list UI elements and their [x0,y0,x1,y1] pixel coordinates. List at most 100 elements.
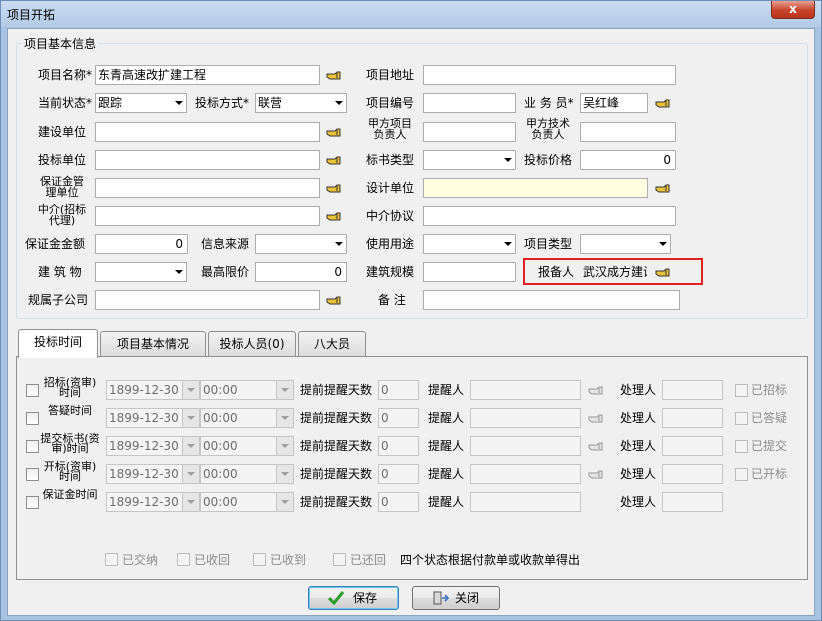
row-time-picker[interactable]: 00:00 [200,408,294,428]
owner-pm-input[interactable] [423,122,516,142]
reporter-input[interactable]: 武汉成方建设 [580,262,648,282]
hand-pointer-icon[interactable] [588,469,604,481]
close-button[interactable]: 关闭 [412,586,500,610]
max-price-input[interactable]: 0 [255,262,347,282]
agent-agreement-label: 中介协议 [366,209,415,223]
subsidiary-input[interactable] [95,290,320,310]
reminder-label: 提醒人 [428,411,465,425]
returned-checkbox[interactable] [333,553,346,566]
tab-project-basic[interactable]: 项目基本情况 [100,331,206,357]
done-checkbox[interactable] [735,384,748,397]
row-time-picker[interactable]: 00:00 [200,464,294,484]
row-date: 1899-12-30 [109,495,179,509]
bidder-input[interactable] [95,150,320,170]
reminder-input[interactable] [470,380,581,400]
owner-tech-input[interactable] [580,122,676,142]
row-checkbox[interactable] [26,468,39,481]
proj-addr-input[interactable] [423,65,676,85]
hand-pointer-icon[interactable] [326,211,342,223]
hand-pointer-icon[interactable] [326,127,342,139]
deposit-input[interactable]: 0 [95,234,188,254]
remind-days-label: 提前提醒天数 [300,495,373,509]
tab-bid-staff[interactable]: 投标人员(0) [208,331,296,357]
hand-pointer-icon[interactable] [655,98,671,110]
row-date-picker[interactable]: 1899-12-30 [106,408,200,428]
handler-input[interactable] [662,492,723,512]
reminder-input[interactable] [470,492,581,512]
bid-method-select[interactable]: 联营 [255,93,347,113]
row-date: 1899-12-30 [109,411,179,425]
row-checkbox[interactable] [26,496,39,509]
tab-panel: 招标(资审)时间 1899-12-30 00:00 提前提醒天数 0 提醒人 处理人 已招标答… [16,356,808,580]
remind-days-input[interactable]: 0 [378,408,419,428]
max-price-label: 最高限价 [201,265,250,279]
row-time-picker[interactable]: 00:00 [200,436,294,456]
doc-type-select[interactable] [423,150,516,170]
hand-pointer-icon[interactable] [326,183,342,195]
row-label: 招标(资审)时间 [43,376,97,399]
bid-price-input[interactable]: 0 [580,150,676,170]
tab-bid-time[interactable]: 投标时间 [18,329,98,358]
info-source-select[interactable] [255,234,347,254]
done-checkbox[interactable] [735,468,748,481]
tab-eight-staff[interactable]: 八大员 [298,331,366,357]
recovered-label: 已收回 [194,553,231,567]
owner-tech-label: 甲方技术负责人 [526,117,570,141]
row-date-picker[interactable]: 1899-12-30 [106,464,200,484]
guarantor-input[interactable] [95,178,320,198]
info-source-label: 信息来源 [201,237,250,251]
reminder-input[interactable] [470,436,581,456]
designer-input[interactable] [423,178,648,198]
row-time-picker[interactable]: 00:00 [200,380,294,400]
status-select[interactable]: 跟踪 [95,93,187,113]
hand-pointer-icon[interactable] [326,70,342,82]
row-checkbox[interactable] [26,384,39,397]
hand-pointer-icon[interactable] [655,183,671,195]
salesman-input[interactable]: 吴红峰 [580,93,648,113]
builder-input[interactable] [95,122,320,142]
remind-days-input[interactable]: 0 [378,464,419,484]
usage-select[interactable] [423,234,516,254]
row-time-picker[interactable]: 00:00 [200,492,294,512]
proj-name-input[interactable]: 东青高速改扩建工程 [95,65,320,85]
row-label: 提交标书(资审)时间 [40,432,100,455]
hand-pointer-icon[interactable] [326,155,342,167]
scale-input[interactable] [423,262,516,282]
handler-input[interactable] [662,408,723,428]
remark-input[interactable] [423,290,680,310]
handler-input[interactable] [662,436,723,456]
reminder-input[interactable] [470,408,581,428]
remind-days-input[interactable]: 0 [378,380,419,400]
recovered-checkbox[interactable] [177,553,190,566]
deposit-label: 保证金金额 [25,237,86,251]
handler-label: 处理人 [620,411,657,425]
done-checkbox[interactable] [735,440,748,453]
remind-days-input[interactable]: 0 [378,436,419,456]
hand-pointer-icon[interactable] [326,295,342,307]
agent-input[interactable] [95,206,320,226]
hand-pointer-icon[interactable] [588,441,604,453]
hand-pointer-icon[interactable] [655,267,671,279]
row-checkbox[interactable] [26,412,39,425]
save-button[interactable]: 保存 [308,586,399,610]
proj-type-select[interactable] [580,234,671,254]
done-checkbox[interactable] [735,412,748,425]
handler-input[interactable] [662,380,723,400]
paid-checkbox[interactable] [105,553,118,566]
row-time: 00:00 [203,467,238,481]
row-date-picker[interactable]: 1899-12-30 [106,436,200,456]
row-label: 保证金时间 [42,488,98,501]
received-checkbox[interactable] [253,553,266,566]
proj-no-input[interactable] [423,93,516,113]
close-window-button[interactable]: x [771,1,815,19]
hand-pointer-icon[interactable] [588,385,604,397]
handler-input[interactable] [662,464,723,484]
row-date-picker[interactable]: 1899-12-30 [106,380,200,400]
row-date-picker[interactable]: 1899-12-30 [106,492,200,512]
agent-agreement-input[interactable] [423,206,676,226]
reminder-input[interactable] [470,464,581,484]
row-checkbox[interactable] [26,440,39,453]
building-select[interactable] [95,262,187,282]
remind-days-input[interactable]: 0 [378,492,419,512]
hand-pointer-icon[interactable] [588,413,604,425]
